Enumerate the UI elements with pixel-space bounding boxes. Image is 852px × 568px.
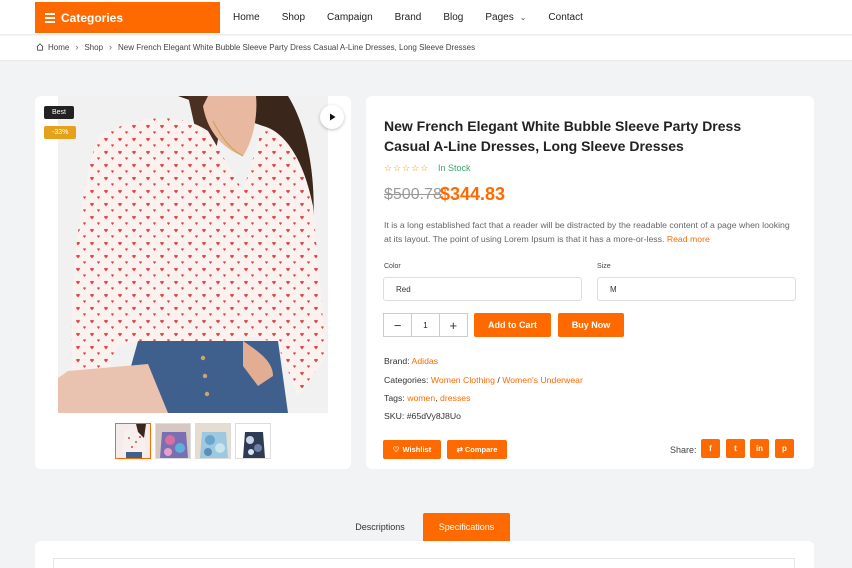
menu-item-contact[interactable]: Contact [548, 12, 582, 23]
top-navigation: Categories Home Shop Campaign Brand Blog… [0, 0, 852, 35]
thumbnail[interactable] [155, 423, 191, 459]
sku-row: SKU: #65dVy8J8Uo [384, 411, 461, 421]
quantity-stepper: − 1 + [383, 313, 468, 337]
tags-row: Tags: women, dresses [384, 393, 471, 403]
add-to-cart-button[interactable]: Add to Cart [474, 313, 551, 337]
compare-icon: ⇄ [456, 445, 463, 454]
breadcrumb-home[interactable]: Home [48, 43, 69, 52]
wishlist-button[interactable]: ♡ Wishlist [383, 440, 441, 459]
menu-item-brand[interactable]: Brand [395, 12, 422, 23]
chevron-right-icon: › [109, 42, 113, 52]
product-gallery: Best -33% [35, 96, 351, 469]
best-badge: Best [44, 106, 75, 119]
quantity-increase-button[interactable]: + [440, 314, 467, 336]
twitter-icon[interactable]: t [726, 439, 745, 458]
thumbnail[interactable] [235, 423, 271, 459]
specifications-panel [35, 541, 814, 568]
play-video-button[interactable] [320, 105, 344, 129]
chevron-down-icon: ⌄ [519, 13, 527, 22]
categories-button[interactable]: Categories [35, 2, 220, 33]
color-label: Color [384, 263, 401, 270]
brand-link[interactable]: Adidas [412, 356, 439, 366]
thumbnail[interactable] [115, 423, 151, 459]
current-price: $344.83 [440, 184, 506, 204]
main-menu: Home Shop Campaign Brand Blog Pages ⌄ Con… [233, 0, 605, 35]
tag-link[interactable]: dresses [440, 393, 470, 403]
thumbnail[interactable] [195, 423, 231, 459]
menu-item-home[interactable]: Home [233, 12, 260, 23]
spec-table-header [53, 558, 795, 568]
menu-item-blog[interactable]: Blog [443, 12, 463, 23]
product-title: New French Elegant White Bubble Sleeve P… [384, 118, 742, 154]
product-info-card: New French Elegant White Bubble Sleeve P… [366, 96, 814, 469]
share-label: Share: [670, 445, 697, 455]
buy-now-button[interactable]: Buy Now [558, 313, 624, 337]
tag-link[interactable]: women [407, 393, 435, 403]
home-icon [36, 43, 44, 51]
categories-label: Categories [61, 10, 124, 25]
size-label: Size [597, 263, 611, 270]
sku-value: #65dVy8J8Uo [406, 411, 461, 421]
breadcrumb-bar: Home › Shop › New French Elegant White B… [0, 36, 852, 61]
breadcrumb-shop[interactable]: Shop [84, 43, 103, 52]
product-photo [58, 96, 328, 413]
menu-item-shop[interactable]: Shop [282, 12, 305, 23]
pinterest-icon[interactable]: p [775, 439, 794, 458]
rating-stars: ☆☆☆☆☆ [384, 163, 430, 173]
discount-badge: -33% [44, 126, 77, 139]
menu-item-campaign[interactable]: Campaign [327, 12, 373, 23]
old-price: $500.78 [384, 186, 442, 203]
facebook-icon[interactable]: f [701, 439, 720, 458]
size-select[interactable]: M [597, 277, 796, 301]
play-icon [330, 113, 336, 121]
heart-icon: ♡ [392, 445, 400, 454]
quantity-decrease-button[interactable]: − [384, 314, 411, 336]
quantity-input[interactable]: 1 [411, 314, 440, 336]
breadcrumb: Home › Shop › New French Elegant White B… [36, 42, 475, 52]
brand-row: Brand: Adidas [384, 356, 439, 366]
thumbnail-strip [115, 423, 275, 459]
read-more-link[interactable]: Read more [667, 234, 710, 244]
category-link[interactable]: Women Clothing [431, 375, 495, 385]
categories-row: Categories: Women Clothing / Women's Und… [384, 375, 583, 385]
stock-status: In Stock [438, 163, 471, 173]
menu-icon [45, 11, 55, 25]
tab-descriptions[interactable]: Descriptions [340, 513, 420, 541]
compare-button[interactable]: ⇄ Compare [447, 440, 507, 459]
category-link[interactable]: Women's Underwear [502, 375, 583, 385]
product-main-image[interactable] [58, 96, 328, 413]
color-select[interactable]: Red [383, 277, 582, 301]
menu-item-pages[interactable]: Pages ⌄ [485, 12, 526, 23]
tab-specifications[interactable]: Specifications [423, 513, 510, 541]
product-description: It is a long established fact that a rea… [384, 220, 790, 244]
chevron-right-icon: › [75, 42, 79, 52]
breadcrumb-current: New French Elegant White Bubble Sleeve P… [118, 42, 476, 52]
linkedin-icon[interactable]: in [750, 439, 769, 458]
